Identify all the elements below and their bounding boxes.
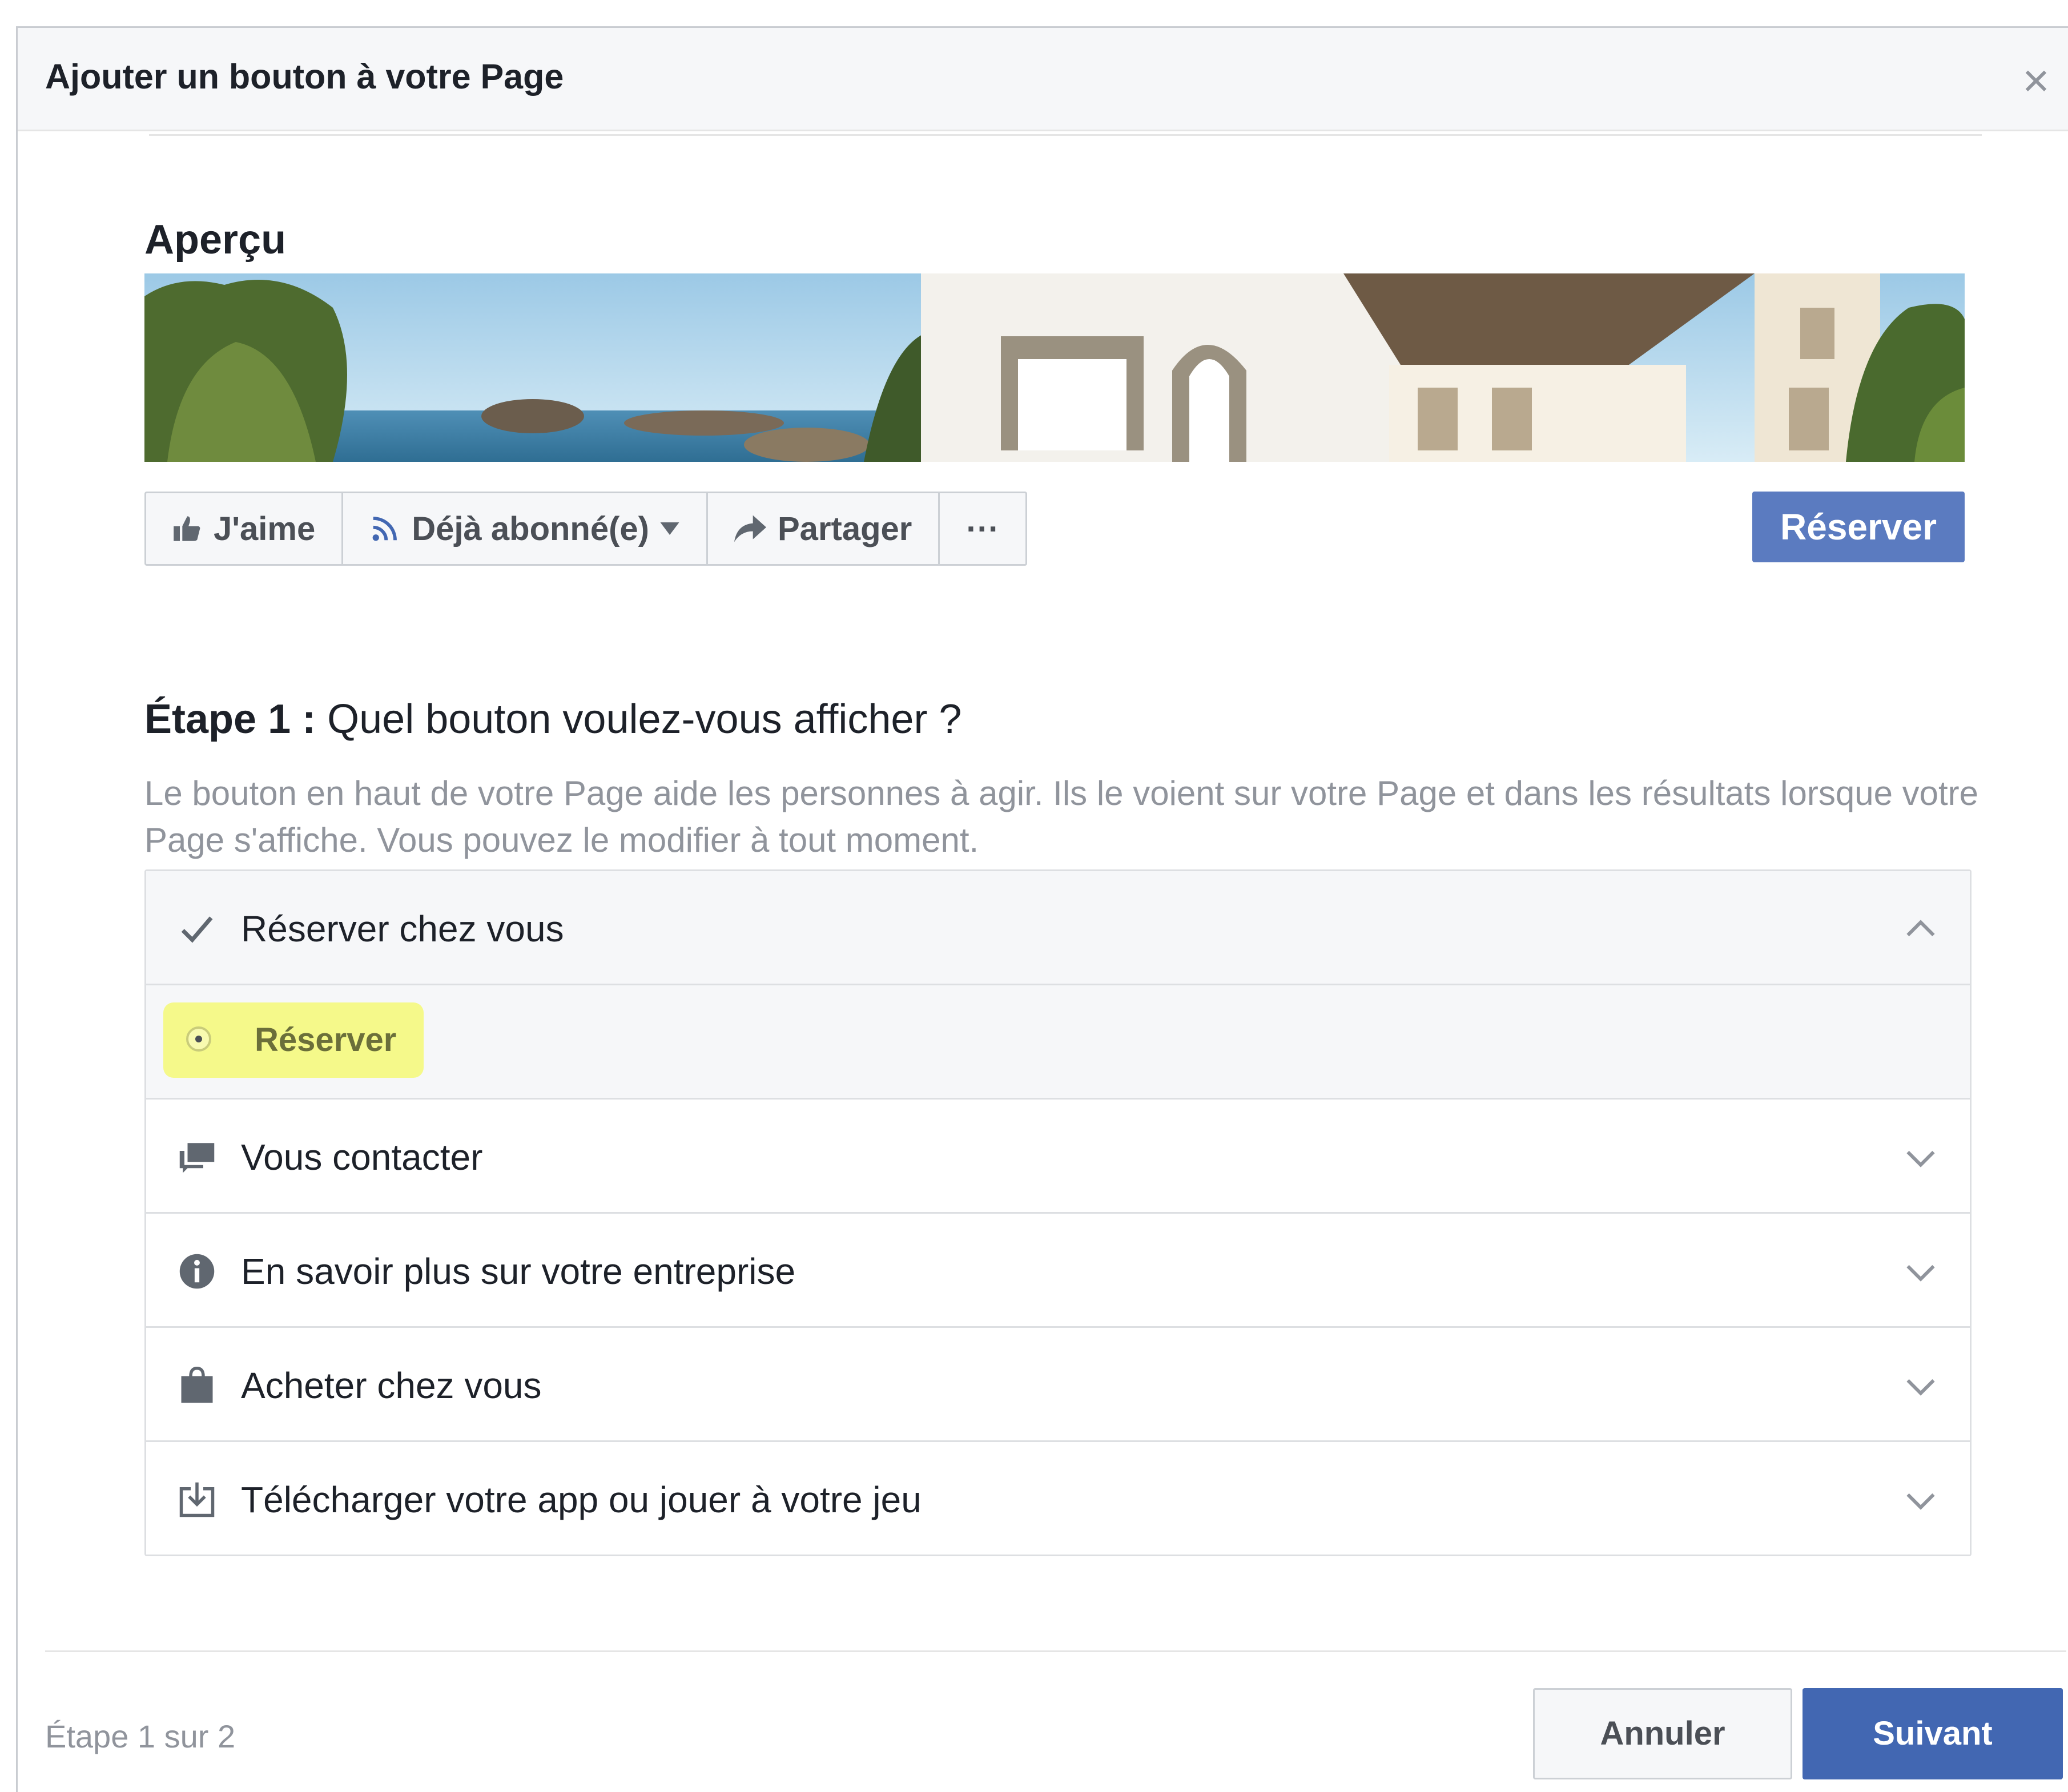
more-icon: ···: [966, 510, 1000, 547]
chevron-up-icon: [1906, 920, 1935, 937]
like-button[interactable]: J'aime: [146, 493, 344, 564]
step-description: Le bouton en haut de votre Page aide les…: [144, 774, 1978, 859]
dialog-title: Ajouter un bouton à votre Page: [45, 57, 564, 96]
preview-reserve-button[interactable]: Réserver: [1752, 492, 1965, 562]
following-label: Déjà abonné(e): [412, 510, 649, 547]
preview-title: Aperçu: [144, 217, 287, 263]
step-heading: Étape 1 : Quel bouton voulez-vous affich…: [144, 696, 961, 743]
chat-icon: [179, 1143, 215, 1173]
step-label: Étape 1 :: [144, 696, 316, 742]
step-indicator: Étape 1 sur 2: [45, 1718, 236, 1754]
download-icon: [179, 1482, 215, 1517]
share-label: Partager: [778, 510, 912, 547]
option-book[interactable]: Réserver chez vous: [146, 871, 1970, 985]
chevron-down-icon: [1906, 1265, 1935, 1282]
chevron-down-icon: [1906, 1493, 1935, 1510]
preview-action-bar: J'aime Déjà abonné(e) Partager ···: [144, 492, 1028, 566]
option-contact[interactable]: Vous contacter: [146, 1100, 1970, 1214]
radio-selected-icon[interactable]: [186, 1026, 211, 1052]
check-icon: [181, 916, 213, 943]
option-label: En savoir plus sur votre entreprise: [241, 1251, 796, 1292]
chevron-down-icon: [1906, 1150, 1935, 1167]
dialog-header: Ajouter un bouton à votre Page ×: [18, 28, 2068, 131]
info-icon: [179, 1254, 215, 1289]
option-label: Vous contacter: [241, 1137, 483, 1178]
more-button[interactable]: ···: [940, 493, 1025, 564]
option-label: Acheter chez vous: [241, 1365, 542, 1406]
sub-option-reserve[interactable]: Réserver: [163, 1002, 424, 1078]
step-question: Quel bouton voulez-vous afficher ?: [327, 696, 962, 742]
option-label: Réserver chez vous: [241, 908, 564, 949]
share-icon: [734, 515, 766, 542]
caret-down-icon: [660, 522, 679, 535]
option-book-sublist: Réserver: [146, 985, 1970, 1100]
option-download-app[interactable]: Télécharger votre app ou jouer à votre j…: [146, 1442, 1970, 1555]
button-options-list: Réserver chez vous Réserver Vous contact…: [144, 869, 1972, 1556]
close-icon[interactable]: ×: [2016, 58, 2056, 104]
option-label: Télécharger votre app ou jouer à votre j…: [241, 1479, 922, 1520]
thumbs-up-icon: [174, 516, 200, 541]
option-learn-more[interactable]: En savoir plus sur votre entreprise: [146, 1214, 1970, 1328]
footer-divider: [45, 1650, 2066, 1652]
like-label: J'aime: [214, 510, 316, 547]
share-button[interactable]: Partager: [708, 493, 940, 564]
cover-photo: [144, 273, 1965, 462]
cancel-button[interactable]: Annuler: [1533, 1688, 1792, 1779]
bag-icon: [181, 1367, 213, 1403]
sub-option-label: Réserver: [255, 1021, 397, 1058]
header-divider: [149, 134, 1982, 136]
add-button-dialog: Ajouter un bouton à votre Page × Aperçu: [16, 26, 2068, 1792]
following-button[interactable]: Déjà abonné(e): [343, 493, 708, 564]
option-shop[interactable]: Acheter chez vous: [146, 1328, 1970, 1442]
chevron-down-icon: [1906, 1379, 1935, 1396]
rss-icon: [372, 517, 397, 541]
next-button[interactable]: Suivant: [1803, 1688, 2063, 1779]
